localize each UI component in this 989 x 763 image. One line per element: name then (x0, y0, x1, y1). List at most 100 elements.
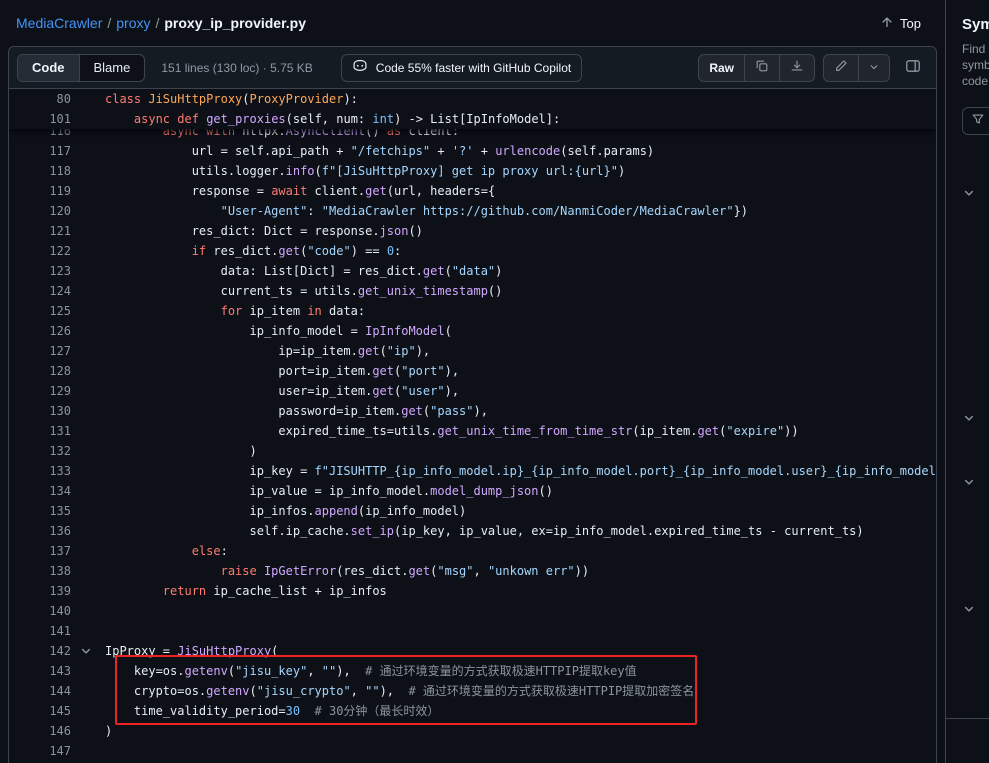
code-text: time_validity_period=30 # 30分钟（最长时效） (105, 701, 439, 721)
symbol-tree-chevron-icon[interactable] (962, 411, 976, 425)
line-number[interactable]: 80 (9, 89, 71, 109)
copy-raw-button[interactable] (744, 55, 779, 81)
symbols-filter-box (962, 107, 989, 135)
code-line-140: 140 (9, 601, 936, 621)
line-number[interactable]: 122 (9, 241, 71, 261)
line-number[interactable]: 101 (9, 109, 71, 129)
symbols-panel-toggle-button[interactable] (898, 54, 928, 82)
symbol-tree-chevron-icon[interactable] (962, 602, 976, 616)
line-number[interactable]: 126 (9, 321, 71, 341)
code-line-121: 121 res_dict: Dict = response.json() (9, 221, 936, 241)
line-number[interactable]: 131 (9, 421, 71, 441)
line-number[interactable]: 145 (9, 701, 71, 721)
code-line-126: 126 ip_info_model = IpInfoModel( (9, 321, 936, 341)
download-button[interactable] (779, 55, 814, 81)
code-lines: 116 async with httpx.AsyncClient() as cl… (9, 121, 936, 761)
fold-gutter (71, 741, 105, 761)
fold-gutter (71, 201, 105, 221)
code-line-122: 122 if res_dict.get("code") == 0: (9, 241, 936, 261)
raw-button[interactable]: Raw (699, 55, 744, 81)
file-view-main: MediaCrawler / proxy / proxy_ip_provider… (0, 0, 945, 763)
line-number[interactable]: 118 (9, 161, 71, 181)
edit-actions-group (823, 54, 890, 82)
code-line-101: 101 async def get_proxies(self, num: int… (9, 109, 936, 129)
arrow-up-icon (880, 15, 894, 32)
code-line-133: 133 ip_key = f"JISUHTTP_{ip_info_model.i… (9, 461, 936, 481)
fold-gutter (71, 161, 105, 181)
file-toolbar: Code Blame 151 lines (130 loc) · 5.75 KB… (9, 47, 936, 89)
code-line-145: 145 time_validity_period=30 # 30分钟（最长时效） (9, 701, 936, 721)
line-number[interactable]: 143 (9, 661, 71, 681)
line-number[interactable]: 124 (9, 281, 71, 301)
fold-gutter (71, 581, 105, 601)
fold-gutter (71, 261, 105, 281)
line-number[interactable]: 136 (9, 521, 71, 541)
line-number[interactable]: 129 (9, 381, 71, 401)
code-text: ) (105, 441, 257, 461)
file-breadcrumb-bar: MediaCrawler / proxy / proxy_ip_provider… (0, 0, 945, 46)
fold-gutter (71, 109, 105, 129)
line-number[interactable]: 127 (9, 341, 71, 361)
line-number[interactable]: 147 (9, 741, 71, 761)
line-number[interactable]: 137 (9, 541, 71, 561)
line-number[interactable]: 142 (9, 641, 71, 661)
code-line-80: 80class JiSuHttpProxy(ProxyProvider): (9, 89, 936, 109)
tab-blame[interactable]: Blame (80, 55, 145, 81)
fold-gutter (71, 441, 105, 461)
line-number[interactable]: 139 (9, 581, 71, 601)
code-text: async def get_proxies(self, num: int) ->… (105, 109, 560, 129)
line-number[interactable]: 138 (9, 561, 71, 581)
funnel-icon (971, 112, 985, 131)
download-icon (790, 59, 804, 76)
edit-file-button[interactable] (824, 55, 858, 81)
code-text: return ip_cache_list + ip_infos (105, 581, 387, 601)
line-number[interactable]: 117 (9, 141, 71, 161)
fold-gutter (71, 681, 105, 701)
edit-dropdown-button[interactable] (858, 55, 889, 81)
line-number[interactable]: 128 (9, 361, 71, 381)
line-number[interactable]: 144 (9, 681, 71, 701)
code-text: self.ip_cache.set_ip(ip_key, ip_value, e… (105, 521, 864, 541)
code-line-131: 131 expired_time_ts=utils.get_unix_time_… (9, 421, 936, 441)
code-text: response = await client.get(url, headers… (105, 181, 495, 201)
line-number[interactable]: 134 (9, 481, 71, 501)
line-number[interactable]: 123 (9, 261, 71, 281)
copilot-banner[interactable]: Code 55% faster with GitHub Copilot (341, 54, 582, 82)
back-to-top-button[interactable]: Top (872, 11, 929, 36)
line-number[interactable]: 141 (9, 621, 71, 641)
line-number[interactable]: 146 (9, 721, 71, 741)
raw-actions-group: Raw (698, 54, 815, 82)
line-number[interactable]: 132 (9, 441, 71, 461)
code-line-130: 130 password=ip_item.get("pass"), (9, 401, 936, 421)
code-line-128: 128 port=ip_item.get("port"), (9, 361, 936, 381)
code-line-134: 134 ip_value = ip_info_model.model_dump_… (9, 481, 936, 501)
code-text: crypto=os.getenv("jisu_crypto", ""), # 通… (105, 681, 694, 701)
code-text: if res_dict.get("code") == 0: (105, 241, 401, 261)
breadcrumb-folder-link[interactable]: proxy (116, 15, 150, 31)
tab-code[interactable]: Code (18, 55, 80, 81)
breadcrumb-repo-link[interactable]: MediaCrawler (16, 15, 102, 31)
code-fold-chevron-icon[interactable] (71, 641, 105, 661)
code-body: 116 async with httpx.AsyncClient() as cl… (9, 121, 936, 761)
line-number[interactable]: 120 (9, 201, 71, 221)
line-number[interactable]: 133 (9, 461, 71, 481)
line-number[interactable]: 140 (9, 601, 71, 621)
code-line-120: 120 "User-Agent": "MediaCrawler https://… (9, 201, 936, 221)
symbol-tree-chevron-icon[interactable] (962, 186, 976, 200)
code-line-127: 127 ip=ip_item.get("ip"), (9, 341, 936, 361)
line-number[interactable]: 130 (9, 401, 71, 421)
line-number[interactable]: 135 (9, 501, 71, 521)
code-line-124: 124 current_ts = utils.get_unix_timestam… (9, 281, 936, 301)
line-number[interactable]: 119 (9, 181, 71, 201)
code-text: ) (105, 721, 112, 741)
code-text: url = self.api_path + "/fetchips" + '?' … (105, 141, 654, 161)
symbols-panel-description: Find definitions and references for func… (962, 41, 989, 89)
fold-gutter (71, 281, 105, 301)
code-line-139: 139 return ip_cache_list + ip_infos (9, 581, 936, 601)
line-number[interactable]: 121 (9, 221, 71, 241)
back-to-top-label: Top (900, 16, 921, 31)
code-text: ip_info_model = IpInfoModel( (105, 321, 452, 341)
line-number[interactable]: 125 (9, 301, 71, 321)
symbol-tree-chevron-icon[interactable] (962, 475, 976, 489)
chevron-down-icon (869, 60, 879, 75)
